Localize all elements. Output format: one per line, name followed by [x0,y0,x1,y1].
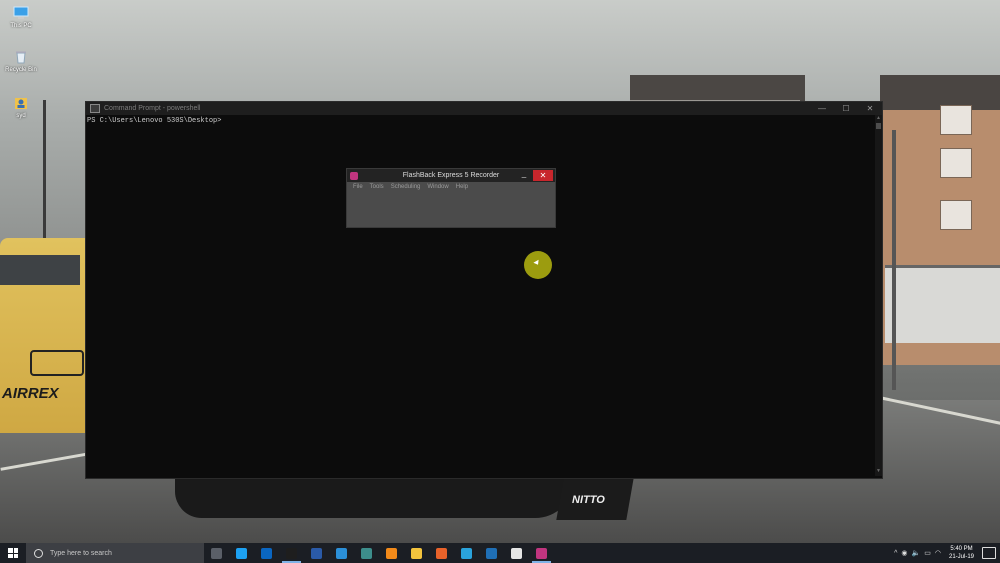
taskbar: Type here to search ^ ◉ 🔈 ▭ ◠ 5:40 PM 21… [0,543,1000,563]
wallpaper-car-text: AIRREX [2,385,59,402]
firefox-icon [436,547,447,559]
flashback-recorder-icon [536,547,547,559]
taskbar-app-telegram[interactable] [454,543,479,563]
menu-file[interactable]: File [353,184,363,190]
recycle-bin-icon [13,50,29,64]
console-minimize-button[interactable]: — [810,104,834,113]
wallpaper-window [940,148,972,178]
recorder-close-button[interactable]: ✕ [533,170,553,181]
tray-volume-icon[interactable]: 🔈 [912,549,921,557]
console-title: Command Prompt - powershell [104,105,201,112]
taskbar-app-sublime-text[interactable] [379,543,404,563]
desktop-icon-label: Recycle Bin [5,67,37,73]
clock-date: 21-Jul-19 [948,554,974,560]
recorder-titlebar[interactable]: FlashBack Express 5 Recorder _ ✕ [347,169,555,182]
notification-center-icon[interactable] [982,547,996,559]
desktop-icon-label: This PC [10,23,32,29]
codeblocks-icon [361,547,372,559]
sublime-text-icon [386,547,397,559]
cursor-highlight [524,251,552,279]
wallpaper-car-logo [30,350,84,376]
twitter-icon [236,547,247,559]
desktop-icon-recycle-bin[interactable]: Recycle Bin [4,50,38,73]
taskbar-app-file-explorer[interactable] [404,543,429,563]
taskbar-app-windows-security[interactable] [504,543,529,563]
taskbar-app-vs-code[interactable] [329,543,354,563]
command-prompt-icon [286,547,297,559]
console-close-button[interactable]: ✕ [858,104,882,113]
menu-window[interactable]: Window [427,184,448,190]
wallpaper-pole-left [43,100,46,240]
console-scrollbar[interactable]: ▲ ▼ [875,115,882,476]
menu-tools[interactable]: Tools [370,184,384,190]
recorder-menubar: File Tools Scheduling Window Help [347,182,555,192]
wallpaper-car-window [0,255,80,285]
taskbar-app-flashback-recorder[interactable] [529,543,554,563]
scrollbar-thumb[interactable] [876,123,881,129]
taskbar-app-codeblocks[interactable] [354,543,379,563]
scroll-up-icon[interactable]: ▲ [875,115,882,123]
wallpaper-car-splitter [175,478,575,518]
scroll-down-icon[interactable]: ▼ [875,468,882,476]
clock-time: 5:40 PM [950,546,973,552]
taskbar-app-command-prompt[interactable] [279,543,304,563]
recorder-window[interactable]: FlashBack Express 5 Recorder _ ✕ File To… [346,168,556,228]
taskbar-app-twitter[interactable] [229,543,254,563]
search-icon [34,548,43,558]
tray-chevron-icon[interactable]: ^ [894,550,897,557]
wallpaper-window [940,200,972,230]
taskbar-app-task-view[interactable] [204,543,229,563]
search-placeholder: Type here to search [50,549,112,557]
recorder-minimize-button[interactable]: _ [517,169,531,178]
wallpaper-trailer [885,265,1000,343]
console-app-icon [90,104,100,113]
taskbar-apps [204,543,554,563]
telegram-icon [461,547,472,559]
linkedin-icon [261,547,272,559]
wallpaper-tire-text: NITTO [572,494,605,506]
taskbar-app-linkedin[interactable] [254,543,279,563]
tray-battery-icon[interactable]: ▭ [924,549,931,557]
desktop-icon-syd[interactable]: syd [4,96,38,119]
task-view-icon [211,547,222,559]
windows-security-icon [511,547,522,559]
tray-clock[interactable]: 5:40 PM 21-Jul-19 [949,545,974,561]
wallpaper-window [940,105,972,135]
console-titlebar[interactable]: Command Prompt - powershell — ☐ ✕ [86,102,882,115]
desktop-icon-this-pc[interactable]: This PC [4,6,38,29]
console-prompt: PS C:\Users\Lenovo 530S\Desktop> [87,117,222,125]
this-pc-icon [13,6,29,20]
menu-scheduling[interactable]: Scheduling [391,184,421,190]
file-explorer-icon [411,547,422,559]
taskbar-app-firefox[interactable] [429,543,454,563]
virtualbox-icon [486,547,497,559]
tray-wifi-icon[interactable]: ◠ [935,549,941,557]
start-button[interactable] [0,543,26,563]
tray-location-icon[interactable]: ◉ [901,549,907,557]
taskbar-search-box[interactable]: Type here to search [26,543,204,563]
windows-logo-icon [8,548,18,558]
powershell-icon [311,547,322,559]
vs-code-icon [336,547,347,559]
desktop-icon-label: syd [16,113,26,119]
menu-help[interactable]: Help [456,184,468,190]
wallpaper-pole [892,130,896,390]
taskbar-app-virtualbox[interactable] [479,543,504,563]
user-folder-icon [13,96,29,110]
console-window[interactable]: Command Prompt - powershell — ☐ ✕ PS C:\… [85,101,883,479]
console-maximize-button[interactable]: ☐ [834,104,858,113]
taskbar-app-powershell[interactable] [304,543,329,563]
system-tray: ^ ◉ 🔈 ▭ ◠ 5:40 PM 21-Jul-19 [894,545,1000,561]
